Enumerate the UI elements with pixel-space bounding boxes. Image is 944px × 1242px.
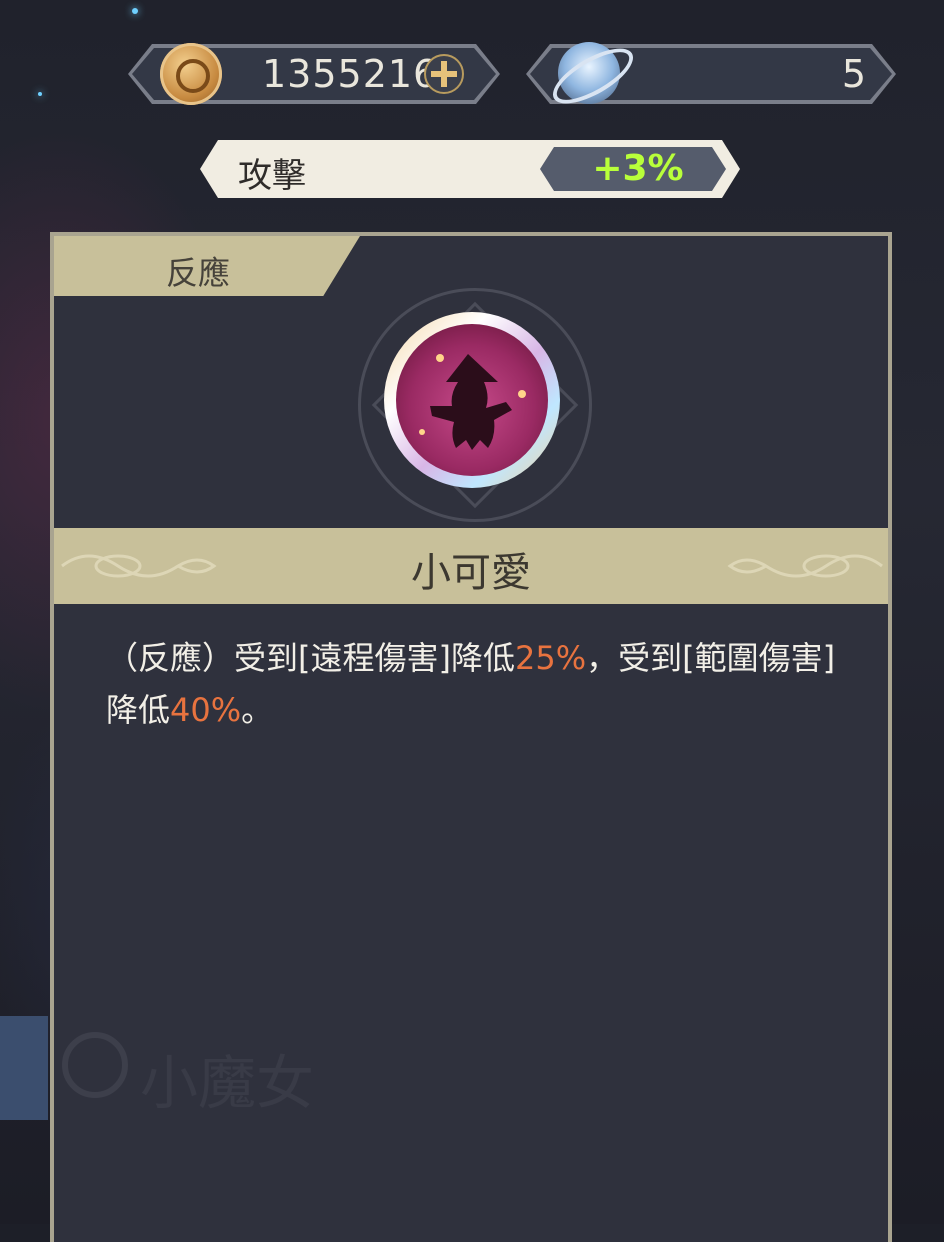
orb-amount: 5 <box>841 52 866 96</box>
stat-label: 攻擊 <box>238 156 306 196</box>
add-gold-button[interactable] <box>422 52 466 96</box>
sparkle <box>38 92 42 96</box>
witch-silhouette-icon[interactable] <box>410 336 534 460</box>
panel-tab-label: 反應 <box>166 254 231 292</box>
stat-value: +3% <box>592 148 684 189</box>
sparkle <box>132 8 138 14</box>
desc-value-ranged: 25% <box>514 639 587 677</box>
desc-value-area: 40% <box>170 691 242 729</box>
gold-coin-icon <box>160 43 222 105</box>
desc-text: 。 <box>241 691 274 729</box>
watermark-icon <box>62 1032 128 1098</box>
gold-amount: 1355216 <box>262 52 439 96</box>
character-name-watermark: 小魔女 <box>140 1049 315 1117</box>
desc-text: （反應）受到[遠程傷害]降低 <box>106 639 515 677</box>
skill-description: （反應）受到[遠程傷害]降低25%，受到[範圍傷害]降低40%。 <box>106 632 852 736</box>
side-nav-tab[interactable] <box>0 1016 48 1120</box>
skill-name: 小可愛 <box>411 550 531 596</box>
